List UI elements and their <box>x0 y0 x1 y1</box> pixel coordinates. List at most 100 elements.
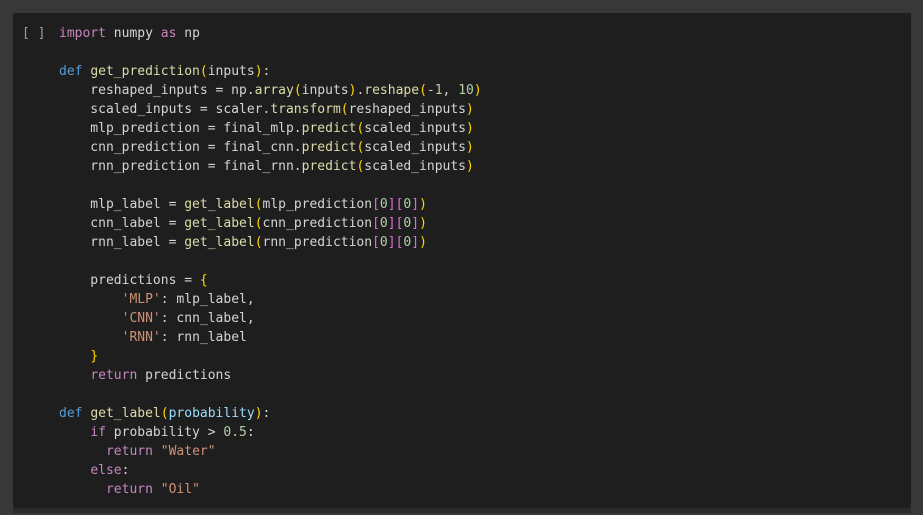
code-token: ( <box>419 83 427 98</box>
code-token: "Water" <box>160 444 216 459</box>
code-token: 'RNN' <box>121 330 161 345</box>
code-token: reshape <box>364 83 420 98</box>
code-line: scaled_inputs = scaler.transform(reshape… <box>59 100 482 119</box>
code-token: predict <box>301 121 357 136</box>
code-token: : <box>121 463 130 478</box>
code-token: ] <box>411 216 420 231</box>
code-token: probability > <box>105 425 224 440</box>
code-token: ] <box>387 197 396 212</box>
code-token: rnn_prediction = final_rnn. <box>59 159 302 174</box>
code-token: np <box>176 26 200 41</box>
code-token: else <box>90 463 122 478</box>
code-line: mlp_label = get_label(mlp_prediction[0][… <box>59 195 482 214</box>
code-token: : <box>262 64 271 79</box>
code-token: [ <box>372 235 380 250</box>
code-token: predict <box>301 140 357 155</box>
code-token: def <box>59 406 83 421</box>
code-line: predictions = { <box>59 271 482 290</box>
code-line: cnn_prediction = final_cnn.predict(scale… <box>59 138 482 157</box>
code-token: ] <box>387 216 396 231</box>
code-token: 1 <box>434 83 443 98</box>
code-token: def <box>59 64 83 79</box>
code-token: mlp_prediction <box>262 197 373 212</box>
code-editor[interactable]: import numpy as np def get_prediction(in… <box>59 24 482 499</box>
code-token: cnn_label = <box>59 216 185 231</box>
code-token: mlp_label = <box>59 197 185 212</box>
code-token: get_label <box>184 197 255 212</box>
code-token: scaled_inputs <box>364 159 467 174</box>
code-token: : <box>246 425 255 440</box>
code-token: ) <box>419 235 427 250</box>
code-line: cnn_label = get_label(cnn_prediction[0][… <box>59 214 482 233</box>
code-line: 'CNN': cnn_label, <box>59 309 482 328</box>
code-token: : <box>262 406 271 421</box>
code-token: return <box>105 444 153 459</box>
horizontal-scrollbar[interactable] <box>13 508 911 513</box>
code-token: - <box>426 83 435 98</box>
code-line: def get_prediction(inputs): <box>59 62 482 81</box>
code-token: ] <box>411 235 420 250</box>
code-token: reshaped_inputs = np. <box>59 83 255 98</box>
code-token: inputs <box>301 83 349 98</box>
code-line: return "Oil" <box>59 480 482 499</box>
code-token: { <box>199 273 208 288</box>
code-token: ( <box>254 216 263 231</box>
code-token: rnn_label = <box>59 235 185 250</box>
code-line: 'MLP': mlp_label, <box>59 290 482 309</box>
code-token: : mlp_label, <box>160 292 255 307</box>
code-token: cnn_prediction <box>262 216 373 231</box>
code-token: predictions = <box>59 273 200 288</box>
code-token: ( <box>254 235 263 250</box>
code-line: 'RNN': rnn_label <box>59 328 482 347</box>
code-token: "Oil" <box>160 482 200 497</box>
code-token: : cnn_label, <box>160 311 255 326</box>
code-token: ) <box>466 102 474 117</box>
code-token: 'MLP' <box>121 292 161 307</box>
code-token: scaled_inputs <box>364 140 467 155</box>
code-line: if probability > 0.5: <box>59 423 482 442</box>
code-token: scaled_inputs <box>364 121 467 136</box>
code-token: ) <box>254 64 263 79</box>
code-token: get_label <box>90 406 161 421</box>
code-token: scaled_inputs = scaler. <box>59 102 271 117</box>
code-token: [ <box>372 197 380 212</box>
code-token: 0 <box>379 235 388 250</box>
code-token: import <box>59 26 106 41</box>
code-token: ) <box>419 197 427 212</box>
code-token: } <box>90 349 99 364</box>
code-token: : rnn_label <box>160 330 247 345</box>
code-token: ) <box>254 406 263 421</box>
code-token: return <box>90 368 138 383</box>
code-token: [ <box>372 216 380 231</box>
code-token: return <box>105 482 153 497</box>
code-token: get_label <box>184 216 255 231</box>
run-cell-button[interactable]: [ ] <box>22 24 45 43</box>
code-token: predictions <box>137 368 232 383</box>
code-line: rnn_label = get_label(rnn_prediction[0][… <box>59 233 482 252</box>
code-token: probability <box>168 406 255 421</box>
code-token: ( <box>254 197 263 212</box>
code-line: return "Water" <box>59 442 482 461</box>
code-token: ( <box>340 102 349 117</box>
code-token: ) <box>419 216 427 231</box>
code-token: if <box>90 425 106 440</box>
code-token: ) <box>466 159 474 174</box>
code-line: def get_label(probability): <box>59 404 482 423</box>
code-line: else: <box>59 461 482 480</box>
code-token: get_prediction <box>90 64 200 79</box>
code-token: ) <box>466 140 474 155</box>
code-token: get_label <box>184 235 255 250</box>
code-token: 0.5 <box>223 425 247 440</box>
code-token: ( <box>160 406 169 421</box>
code-token: transform <box>270 102 341 117</box>
code-token: as <box>160 26 177 41</box>
